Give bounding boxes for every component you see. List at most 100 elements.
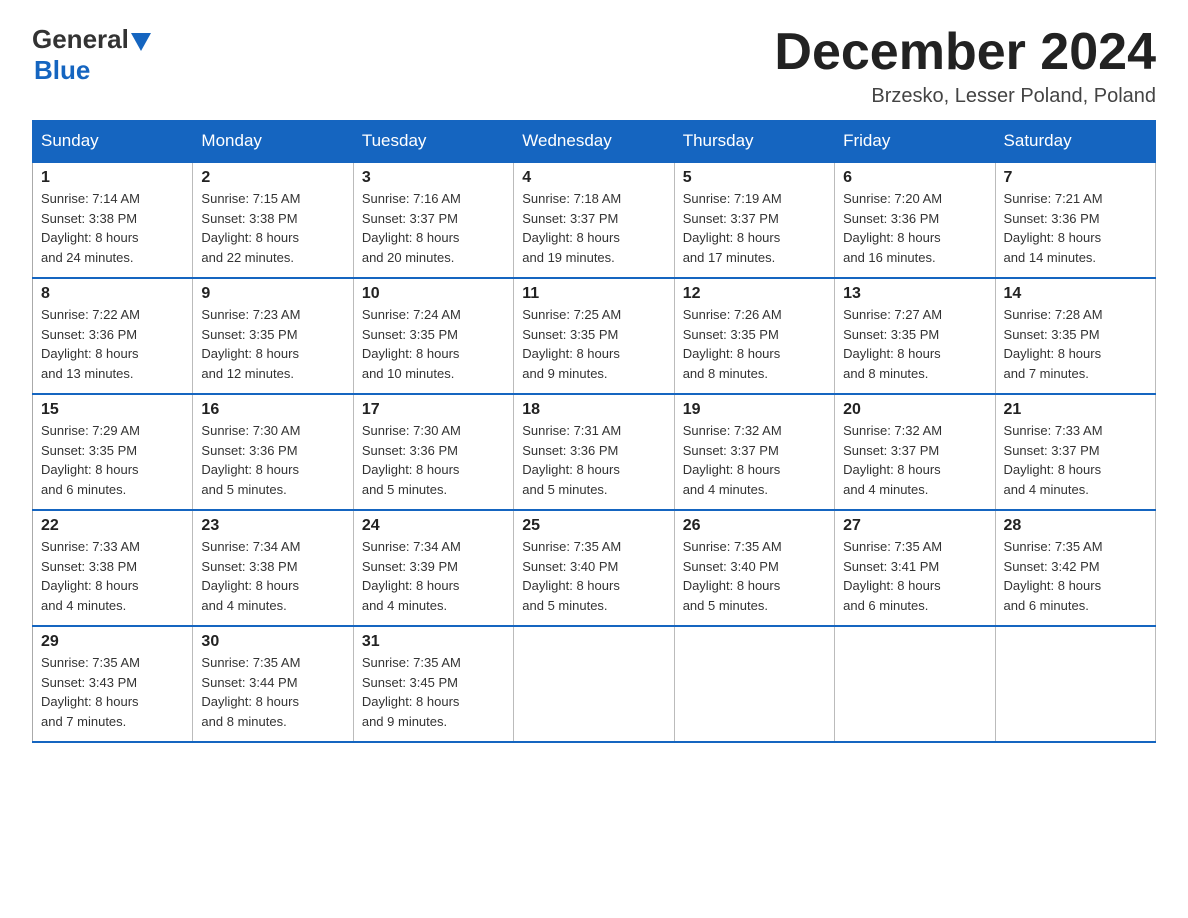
header-friday: Friday [835, 121, 995, 163]
day-info: Sunrise: 7:24 AMSunset: 3:35 PMDaylight:… [362, 305, 505, 383]
logo-blue-text: Blue [34, 55, 90, 85]
day-number: 15 [41, 401, 184, 419]
day-info: Sunrise: 7:27 AMSunset: 3:35 PMDaylight:… [843, 305, 986, 383]
day-info: Sunrise: 7:20 AMSunset: 3:36 PMDaylight:… [843, 189, 986, 267]
day-number: 31 [362, 633, 505, 651]
day-info: Sunrise: 7:16 AMSunset: 3:37 PMDaylight:… [362, 189, 505, 267]
logo-general-text: General [32, 24, 129, 55]
calendar-day: 7 Sunrise: 7:21 AMSunset: 3:36 PMDaylight… [995, 162, 1155, 278]
calendar-day: 13Sunrise: 7:27 AMSunset: 3:35 PMDayligh… [835, 278, 995, 394]
header-wednesday: Wednesday [514, 121, 674, 163]
day-number: 23 [201, 517, 344, 535]
day-number: 25 [522, 517, 665, 535]
calendar-day: 17Sunrise: 7:30 AMSunset: 3:36 PMDayligh… [353, 394, 513, 510]
day-number: 21 [1004, 401, 1147, 419]
day-number: 7 [1004, 169, 1147, 187]
day-info: Sunrise: 7:34 AMSunset: 3:38 PMDaylight:… [201, 537, 344, 615]
calendar-day: 20 Sunrise: 7:32 AMSunset: 3:37 PMDayligh… [835, 394, 995, 510]
calendar-week-3: 15 Sunrise: 7:29 AMSunset: 3:35 PMDayligh… [33, 394, 1156, 510]
page-header: General Blue December 2024 Brzesko, Less… [32, 24, 1156, 108]
day-info: Sunrise: 7:35 AMSunset: 3:40 PMDaylight:… [683, 537, 826, 615]
calendar-day: 2 Sunrise: 7:15 AMSunset: 3:38 PMDaylight… [193, 162, 353, 278]
day-number: 26 [683, 517, 826, 535]
day-info: Sunrise: 7:18 AMSunset: 3:37 PMDaylight:… [522, 189, 665, 267]
header-tuesday: Tuesday [353, 121, 513, 163]
day-info: Sunrise: 7:35 AMSunset: 3:43 PMDaylight:… [41, 653, 184, 731]
header-sunday: Sunday [33, 121, 193, 163]
day-info: Sunrise: 7:30 AMSunset: 3:36 PMDaylight:… [201, 421, 344, 499]
title-block: December 2024 Brzesko, Lesser Poland, Po… [774, 24, 1156, 108]
header-monday: Monday [193, 121, 353, 163]
calendar-day: 24Sunrise: 7:34 AMSunset: 3:39 PMDayligh… [353, 510, 513, 626]
calendar-day: 8 Sunrise: 7:22 AMSunset: 3:36 PMDaylight… [33, 278, 193, 394]
calendar-day: 27Sunrise: 7:35 AMSunset: 3:41 PMDayligh… [835, 510, 995, 626]
calendar-day [995, 626, 1155, 742]
calendar-day [835, 626, 995, 742]
calendar-day: 19 Sunrise: 7:32 AMSunset: 3:37 PMDayligh… [674, 394, 834, 510]
day-info: Sunrise: 7:33 AMSunset: 3:38 PMDaylight:… [41, 537, 184, 615]
calendar-day: 10 Sunrise: 7:24 AMSunset: 3:35 PMDayligh… [353, 278, 513, 394]
day-info: Sunrise: 7:25 AMSunset: 3:35 PMDaylight:… [522, 305, 665, 383]
day-info: Sunrise: 7:32 AMSunset: 3:37 PMDaylight:… [683, 421, 826, 499]
day-number: 1 [41, 169, 184, 187]
month-title: December 2024 [774, 24, 1156, 81]
calendar-day: 18Sunrise: 7:31 AMSunset: 3:36 PMDayligh… [514, 394, 674, 510]
day-info: Sunrise: 7:14 AMSunset: 3:38 PMDaylight:… [41, 189, 184, 267]
day-info: Sunrise: 7:35 AMSunset: 3:44 PMDaylight:… [201, 653, 344, 731]
day-number: 8 [41, 285, 184, 303]
calendar-day: 23 Sunrise: 7:34 AMSunset: 3:38 PMDayligh… [193, 510, 353, 626]
location: Brzesko, Lesser Poland, Poland [774, 85, 1156, 108]
calendar-day: 14Sunrise: 7:28 AMSunset: 3:35 PMDayligh… [995, 278, 1155, 394]
day-number: 17 [362, 401, 505, 419]
day-info: Sunrise: 7:29 AMSunset: 3:35 PMDaylight:… [41, 421, 184, 499]
day-info: Sunrise: 7:22 AMSunset: 3:36 PMDaylight:… [41, 305, 184, 383]
calendar-week-1: 1 Sunrise: 7:14 AMSunset: 3:38 PMDaylight… [33, 162, 1156, 278]
day-info: Sunrise: 7:15 AMSunset: 3:38 PMDaylight:… [201, 189, 344, 267]
header-thursday: Thursday [674, 121, 834, 163]
calendar-day: 5Sunrise: 7:19 AMSunset: 3:37 PMDaylight… [674, 162, 834, 278]
calendar-day: 16Sunrise: 7:30 AMSunset: 3:36 PMDayligh… [193, 394, 353, 510]
day-number: 29 [41, 633, 184, 651]
calendar-week-5: 29 Sunrise: 7:35 AMSunset: 3:43 PMDayligh… [33, 626, 1156, 742]
day-number: 9 [201, 285, 344, 303]
header-saturday: Saturday [995, 121, 1155, 163]
calendar-day [674, 626, 834, 742]
day-number: 6 [843, 169, 986, 187]
calendar-day: 21 Sunrise: 7:33 AMSunset: 3:37 PMDayligh… [995, 394, 1155, 510]
day-info: Sunrise: 7:34 AMSunset: 3:39 PMDaylight:… [362, 537, 505, 615]
calendar-day: 22 Sunrise: 7:33 AMSunset: 3:38 PMDayligh… [33, 510, 193, 626]
day-number: 22 [41, 517, 184, 535]
day-number: 28 [1004, 517, 1147, 535]
calendar-header: SundayMondayTuesdayWednesdayThursdayFrid… [33, 121, 1156, 163]
calendar-week-4: 22 Sunrise: 7:33 AMSunset: 3:38 PMDayligh… [33, 510, 1156, 626]
calendar-day: 31 Sunrise: 7:35 AMSunset: 3:45 PMDayligh… [353, 626, 513, 742]
calendar-day: 12Sunrise: 7:26 AMSunset: 3:35 PMDayligh… [674, 278, 834, 394]
calendar-day: 6 Sunrise: 7:20 AMSunset: 3:36 PMDaylight… [835, 162, 995, 278]
day-number: 19 [683, 401, 826, 419]
calendar-day: 9Sunrise: 7:23 AMSunset: 3:35 PMDaylight… [193, 278, 353, 394]
day-number: 20 [843, 401, 986, 419]
day-number: 18 [522, 401, 665, 419]
day-info: Sunrise: 7:33 AMSunset: 3:37 PMDaylight:… [1004, 421, 1147, 499]
calendar-day: 1 Sunrise: 7:14 AMSunset: 3:38 PMDaylight… [33, 162, 193, 278]
day-number: 30 [201, 633, 344, 651]
calendar-day: 29 Sunrise: 7:35 AMSunset: 3:43 PMDayligh… [33, 626, 193, 742]
day-info: Sunrise: 7:28 AMSunset: 3:35 PMDaylight:… [1004, 305, 1147, 383]
day-number: 10 [362, 285, 505, 303]
day-info: Sunrise: 7:32 AMSunset: 3:37 PMDaylight:… [843, 421, 986, 499]
day-number: 11 [522, 285, 665, 303]
day-number: 3 [362, 169, 505, 187]
calendar-day: 3 Sunrise: 7:16 AMSunset: 3:37 PMDaylight… [353, 162, 513, 278]
day-number: 4 [522, 169, 665, 187]
calendar-body: 1 Sunrise: 7:14 AMSunset: 3:38 PMDaylight… [33, 162, 1156, 742]
logo-triangle-icon [131, 33, 151, 51]
day-info: Sunrise: 7:26 AMSunset: 3:35 PMDaylight:… [683, 305, 826, 383]
day-number: 5 [683, 169, 826, 187]
day-info: Sunrise: 7:35 AMSunset: 3:45 PMDaylight:… [362, 653, 505, 731]
calendar-day [514, 626, 674, 742]
logo: General Blue [32, 24, 151, 86]
day-info: Sunrise: 7:21 AMSunset: 3:36 PMDaylight:… [1004, 189, 1147, 267]
calendar-day: 26 Sunrise: 7:35 AMSunset: 3:40 PMDayligh… [674, 510, 834, 626]
day-number: 2 [201, 169, 344, 187]
calendar-day: 11 Sunrise: 7:25 AMSunset: 3:35 PMDayligh… [514, 278, 674, 394]
